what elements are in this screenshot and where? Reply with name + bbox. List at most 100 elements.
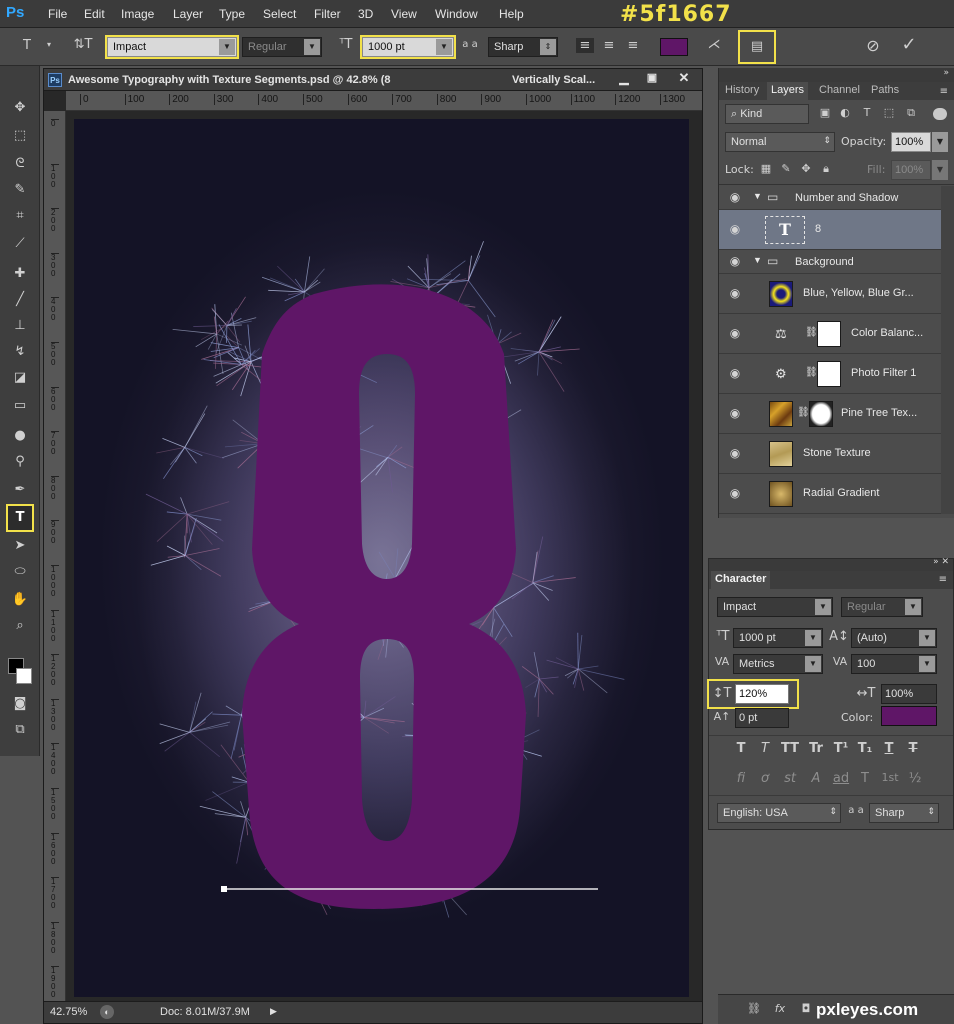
fractions-button[interactable]: ½ [905, 771, 925, 786]
commit-check-icon[interactable]: ✓ [898, 34, 920, 55]
text-orientation-icon[interactable]: ⇅T [72, 37, 94, 52]
leading-select[interactable]: (Auto) ▼ [851, 628, 937, 648]
baseline-shift-input[interactable]: 0 pt [735, 708, 789, 728]
subscript-button[interactable]: T₁ [855, 741, 875, 756]
lock-transparency-icon[interactable]: ▦ [759, 162, 773, 175]
layer-row-color-balance[interactable]: ◉ ⚖ ⛓ Color Balanc... [719, 314, 941, 354]
superscript-button[interactable]: T¹ [831, 741, 851, 756]
layer-row-pine-tree-texture[interactable]: ◉ ⛓ Pine Tree Tex... [719, 394, 941, 434]
path-selection-tool-icon[interactable]: ➤ [8, 534, 32, 558]
eye-icon[interactable]: ◉ [727, 486, 743, 502]
warp-text-icon[interactable]: ⋌ [704, 37, 724, 52]
character-font-family-select[interactable]: Impact ▼ [717, 597, 833, 617]
menu-help[interactable]: Help [499, 7, 524, 21]
menu-window[interactable]: Window [435, 7, 478, 21]
layer-row-group-background[interactable]: ◉ ▼ ▭ Background [719, 250, 941, 274]
link-layers-icon[interactable]: ⛓ [746, 1002, 762, 1015]
opacity-input[interactable]: 100% [891, 132, 931, 152]
eye-icon[interactable]: ◉ [727, 190, 743, 206]
brush-tool-icon[interactable]: ╱ [8, 288, 32, 312]
maximize-icon[interactable]: ▣ [642, 71, 662, 89]
screen-mode-icon[interactable]: ⧉ [8, 718, 32, 742]
zoom-level[interactable]: 42.75% [50, 1006, 87, 1018]
status-menu-arrow-icon[interactable]: ▶ [270, 1006, 277, 1017]
filter-toggle[interactable] [933, 108, 947, 120]
opacity-arrow-icon[interactable]: ▼ [932, 132, 948, 152]
menu-file[interactable]: File [48, 7, 67, 21]
close-icon[interactable]: ✕ [674, 70, 694, 88]
eye-icon[interactable]: ◉ [727, 406, 743, 422]
all-caps-button[interactable]: TT [779, 741, 801, 756]
quick-mask-icon[interactable]: ◙ [8, 692, 32, 716]
document-tab[interactable]: Ps Awesome Typography with Texture Segme… [44, 69, 702, 91]
tab-character[interactable]: Character [711, 571, 771, 589]
kerning-select[interactable]: Metrics ▼ [733, 654, 823, 674]
eye-icon[interactable]: ◉ [727, 366, 743, 382]
antialias-select[interactable]: Sharp ⇕ [488, 37, 558, 57]
vertical-scale-input[interactable]: 120% [735, 684, 789, 704]
panel-menu-icon[interactable]: ≡ [939, 574, 947, 585]
fill-arrow-icon[interactable]: ▼ [932, 160, 948, 180]
filter-shape-icon[interactable]: ⬚ [881, 106, 897, 119]
chain-link-icon[interactable]: ⛓ [797, 407, 810, 418]
crop-tool-icon[interactable]: ⌗ [8, 204, 32, 228]
layer-row-group-number-shadow[interactable]: ◉ ▼ ▭ Number and Shadow [719, 186, 941, 210]
eraser-tool-icon[interactable]: ◪ [8, 366, 32, 390]
font-family-select[interactable]: Impact ▼ [105, 35, 239, 59]
small-caps-button[interactable]: Tr [805, 741, 827, 756]
menu-layer[interactable]: Layer [173, 7, 203, 21]
lasso-tool-icon[interactable]: ᘓ [8, 152, 32, 176]
healing-brush-tool-icon[interactable]: ✚ [8, 262, 32, 286]
faux-italic-button[interactable]: T [755, 741, 775, 756]
preset-dropdown-icon[interactable]: ▾ [44, 40, 54, 49]
type-tool-preset-icon[interactable]: T [18, 38, 36, 53]
stylistic-alternates-button[interactable]: ad [831, 771, 851, 786]
layer-row-radial-gradient[interactable]: ◉ Radial Gradient [719, 474, 941, 514]
character-antialias-select[interactable]: Sharp ⇕ [869, 803, 939, 823]
language-select[interactable]: English: USA ⇕ [717, 803, 841, 823]
eye-icon[interactable]: ◉ [727, 222, 743, 238]
expand-arrow-icon[interactable]: ▼ [753, 191, 762, 201]
blur-tool-icon[interactable]: ● [8, 424, 32, 448]
document-canvas[interactable] [74, 119, 689, 997]
ligatures-button[interactable]: fi [731, 771, 751, 786]
menu-edit[interactable]: Edit [84, 7, 105, 21]
lock-pixels-icon[interactable]: ✎ [779, 162, 793, 175]
discretionary-ligatures-button[interactable]: st [779, 771, 801, 786]
minimize-icon[interactable]: ▁ [614, 71, 634, 89]
align-center-icon[interactable]: ≡ [600, 38, 618, 53]
tab-history[interactable]: History [721, 82, 763, 100]
zoom-tool-icon[interactable]: ⌕ [8, 614, 32, 638]
marquee-tool-icon[interactable]: ⬚ [8, 124, 32, 148]
filter-adjustment-icon[interactable]: ◐ [837, 106, 853, 119]
ellipse-tool-icon[interactable]: ⬭ [8, 560, 32, 584]
filter-type-icon[interactable]: T [859, 106, 875, 119]
filter-kind-select[interactable]: ⌕ Kind [725, 104, 809, 124]
swash-button[interactable]: A [805, 771, 827, 786]
tracking-select[interactable]: 100 ▼ [851, 654, 937, 674]
tab-channel[interactable]: Channel [815, 82, 864, 100]
character-color-swatch[interactable] [881, 706, 937, 726]
filter-pixel-icon[interactable]: ▣ [817, 106, 833, 119]
eyedropper-tool-icon[interactable]: ⟋ [8, 232, 32, 256]
strikethrough-button[interactable]: T [903, 741, 923, 756]
quick-select-tool-icon[interactable]: ✎ [8, 178, 32, 202]
menu-select[interactable]: Select [263, 7, 296, 21]
dodge-tool-icon[interactable]: ⚲ [8, 450, 32, 474]
eye-icon[interactable]: ◉ [727, 326, 743, 342]
background-color-swatch[interactable] [16, 668, 32, 684]
cancel-icon[interactable]: ⊘ [862, 36, 884, 55]
gradient-tool-icon[interactable]: ▭ [8, 394, 32, 418]
align-left-icon[interactable]: ≡ [576, 38, 594, 53]
horizontal-scale-input[interactable]: 100% [881, 684, 937, 704]
faux-bold-button[interactable]: T [731, 741, 751, 756]
panel-menu-icon[interactable]: ≡ [940, 86, 948, 97]
character-font-size-select[interactable]: 1000 pt ▼ [733, 628, 823, 648]
menu-view[interactable]: View [391, 7, 417, 21]
filter-smart-object-icon[interactable]: ⧉ [903, 106, 919, 120]
collapse-panel-icon[interactable]: » [943, 68, 949, 78]
menu-type[interactable]: Type [219, 7, 245, 21]
layers-scrollbar[interactable] [941, 186, 954, 514]
titling-alternates-button[interactable]: T [855, 771, 875, 786]
eye-icon[interactable]: ◉ [727, 446, 743, 462]
